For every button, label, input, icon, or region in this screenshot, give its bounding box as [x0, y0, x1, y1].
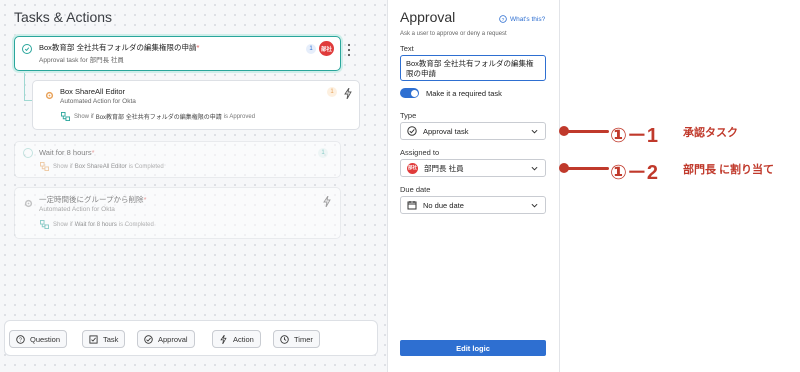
- condition-suffix: is Approved: [223, 113, 256, 120]
- button-label: Question: [30, 334, 61, 344]
- card-subtitle: Automated Action for Okta: [39, 206, 115, 213]
- svg-text:?: ?: [502, 17, 505, 23]
- required-mark: *: [91, 148, 95, 157]
- question-icon: ?: [16, 334, 25, 344]
- whats-this-label: What's this?: [510, 15, 546, 23]
- svg-text:?: ?: [19, 337, 22, 343]
- add-action-button[interactable]: Action: [212, 330, 261, 348]
- card-subtitle: Automated Action for Okta: [60, 98, 136, 105]
- timer-card[interactable]: Wait for 8 hours* 1 Show if Box ShareAll…: [14, 141, 341, 178]
- card-title: 一定時間後にグループから削除*: [39, 194, 146, 205]
- due-date-label: Due date: [400, 185, 431, 194]
- more-options-icon[interactable]: [347, 43, 351, 57]
- required-mark: *: [143, 195, 147, 204]
- card-title-text: Wait for 8 hours: [39, 148, 92, 157]
- card-subtitle: Approval task for 部門長 社員: [39, 57, 124, 64]
- condition-prefix: Show if: [53, 221, 73, 228]
- avatar: 部社: [407, 162, 418, 174]
- button-label: Action: [233, 334, 254, 344]
- canvas-title: Tasks & Actions: [14, 9, 113, 25]
- card-title: Wait for 8 hours*: [39, 148, 95, 157]
- type-label: Type: [400, 111, 417, 120]
- check-circle-icon: [144, 334, 153, 344]
- card-title: Box教育部 全社共有フォルダの編集権限の申請*: [39, 42, 199, 53]
- card-title: Box ShareAll Editor: [60, 87, 126, 96]
- count-badge: 1: [327, 87, 337, 97]
- logic-branch-icon: [40, 220, 49, 229]
- check-circle-icon: [407, 126, 417, 136]
- logic-branch-icon: [40, 162, 49, 171]
- required-toggle[interactable]: [400, 88, 419, 98]
- type-select[interactable]: Approval task: [400, 122, 546, 140]
- check-circle-icon: [22, 44, 32, 54]
- add-question-button[interactable]: ? Question: [9, 330, 68, 348]
- add-item-toolbar: ? Question Task Approval Action Timer: [4, 320, 378, 356]
- button-label: Approval: [158, 334, 188, 344]
- action-card-box-shareall[interactable]: Box ShareAll Editor Automated Action for…: [32, 80, 360, 130]
- due-date-value: No due date: [423, 200, 464, 210]
- annotation-pointer-dot: [559, 126, 569, 136]
- whats-this-link[interactable]: ? What's this?: [499, 15, 545, 23]
- card-title-text: 一定時間後にグループから削除: [39, 195, 144, 204]
- condition-target: Box ShareAll Editor: [74, 163, 127, 170]
- card-title-text: Box教育部 全社共有フォルダの編集権限の申請: [39, 43, 197, 52]
- assignee-select[interactable]: 部社 部門長 社員: [400, 159, 546, 177]
- gear-icon: [24, 195, 33, 208]
- condition-suffix: is Completed: [118, 221, 154, 228]
- approval-settings-panel: Approval ? What's this? Ask a user to ap…: [388, 0, 560, 372]
- required-toggle-label: Make it a required task: [426, 89, 502, 98]
- condition-target: Box教育部 全社共有フォルダの編集権限の申請: [95, 115, 222, 121]
- clock-icon: [23, 148, 33, 158]
- annotation-pointer-dot: [559, 163, 569, 173]
- annotation-text: 承認タスク: [683, 127, 738, 139]
- action-card-remove-group[interactable]: 一定時間後にグループから削除* Automated Action for Okt…: [14, 187, 341, 239]
- logic-branch-icon: [61, 112, 70, 121]
- chevron-down-icon: [531, 166, 538, 171]
- condition-suffix: is Completed: [128, 163, 164, 170]
- chevron-down-icon: [531, 129, 538, 134]
- condition-target: Wait for 8 hours: [74, 221, 117, 228]
- add-approval-button[interactable]: Approval: [137, 330, 195, 348]
- annotation-number: ①－1: [610, 125, 659, 147]
- condition-row: Show if Box ShareAll Editor is Completed: [40, 162, 164, 171]
- add-task-button[interactable]: Task: [82, 330, 126, 348]
- condition-prefix: Show if: [74, 113, 94, 120]
- gear-icon: [45, 87, 54, 100]
- bolt-icon: [344, 86, 352, 100]
- required-mark: *: [196, 43, 200, 52]
- calendar-icon: [407, 201, 417, 210]
- clock-icon: [280, 334, 289, 344]
- condition-row: Show if Wait for 8 hours is Completed: [40, 220, 154, 229]
- edit-logic-button[interactable]: Edit logic: [400, 340, 546, 356]
- help-icon: ?: [499, 15, 507, 23]
- condition-prefix: Show if: [53, 163, 73, 170]
- avatar: 部社: [319, 41, 334, 56]
- workflow-canvas: Tasks & Actions Box教育部 全社共有フォルダの編集権限の申請*…: [0, 0, 388, 372]
- text-label: Text: [400, 44, 414, 53]
- annotation-pointer-line: [565, 130, 609, 133]
- chevron-down-icon: [531, 203, 538, 208]
- panel-subtitle: Ask a user to approve or deny a request: [400, 31, 507, 37]
- due-date-select[interactable]: No due date: [400, 196, 546, 214]
- annotation-number: ①－2: [610, 162, 659, 184]
- count-badge: 1: [318, 148, 328, 158]
- button-label: Task: [103, 334, 119, 344]
- annotation-text: 部門長 に割り当て: [683, 164, 775, 176]
- assignee-value: 部門長 社員: [424, 163, 464, 173]
- panel-title: Approval: [400, 9, 456, 25]
- assigned-label: Assigned to: [400, 148, 440, 157]
- checkbox-icon: [89, 334, 98, 344]
- button-label: Timer: [294, 334, 313, 344]
- bolt-icon: [323, 194, 331, 208]
- text-field[interactable]: Box教育部 全社共有フォルダの編集権限の申請: [400, 55, 546, 81]
- type-value: Approval task: [423, 126, 469, 136]
- add-timer-button[interactable]: Timer: [273, 330, 320, 348]
- bolt-icon: [220, 334, 227, 344]
- annotation-pointer-line: [565, 167, 609, 170]
- approval-task-card[interactable]: Box教育部 全社共有フォルダの編集権限の申請* Approval task f…: [14, 36, 351, 71]
- condition-row: Show if Box教育部 全社共有フォルダの編集権限の申請 is Appro…: [61, 112, 255, 121]
- count-badge: 1: [306, 44, 316, 54]
